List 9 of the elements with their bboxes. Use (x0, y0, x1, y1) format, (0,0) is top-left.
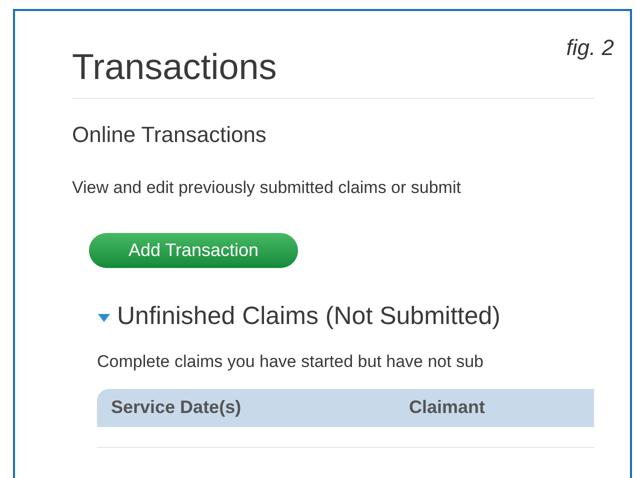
collapse-triangle-icon[interactable] (97, 313, 111, 324)
section-heading: Online Transactions (72, 121, 266, 149)
column-header: Claimant (409, 396, 486, 419)
page-title: Transactions (72, 45, 277, 89)
description-text: Complete claims you have started but have not sub (97, 351, 484, 373)
figure-label: fig. 2 (566, 34, 614, 62)
column-header: Service Date(s) (111, 396, 242, 419)
description-text: View and edit previously submitted claims or submit (72, 177, 461, 199)
collapsible-section-heading[interactable]: Unfinished Claims (Not Submitted) (117, 298, 500, 335)
